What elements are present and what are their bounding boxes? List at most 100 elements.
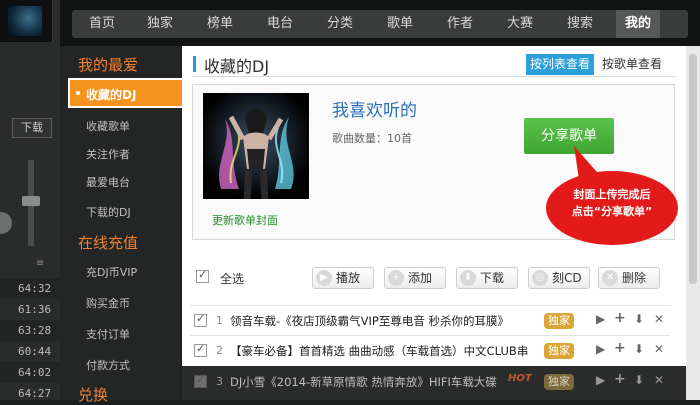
view-by-playlist-button[interactable]: 按歌单查看 [602, 54, 672, 75]
row-play-icon[interactable]: ▶ [596, 373, 605, 387]
top-navigation: 首页 独家 榜单 电台 分类 歌单 作者 大赛 搜索 我的 [60, 0, 700, 46]
play-button[interactable]: ▶ 播放 [312, 267, 374, 289]
sidebar-item-payment-methods[interactable]: 付款方式 [86, 357, 130, 373]
row-play-icon[interactable]: ▶ [596, 312, 605, 326]
player-panel: 下载 ≡ 64:32 61:36 63:28 60:44 64:02 64:27 [0, 0, 60, 400]
callout-line-1: 封面上传完成后 [573, 188, 651, 201]
row-checkbox[interactable] [194, 342, 207, 357]
sidebar-item-downloaded-dj[interactable]: 下载的DJ [86, 204, 131, 220]
page-title: 收藏的DJ [204, 57, 270, 76]
row-add-icon[interactable]: + [614, 310, 626, 326]
scrollbar-thumb[interactable] [689, 54, 697, 284]
download-label: 下载 [480, 271, 505, 285]
player-time: 63:28 [18, 324, 52, 337]
divider [190, 305, 670, 306]
sidebar-item-pay-order[interactable]: 支付订单 [86, 326, 130, 342]
cd-icon: ◎ [532, 270, 548, 286]
hot-badge: HOT [508, 373, 532, 384]
row-delete-icon[interactable]: ✕ [654, 312, 664, 326]
select-all-checkbox[interactable] [196, 268, 209, 283]
update-cover-link[interactable]: 更新歌单封面 [192, 212, 298, 228]
divider [192, 76, 676, 77]
delete-button[interactable]: ✕ 删除 [598, 267, 660, 289]
song-count: 歌曲数量：10首 [332, 132, 412, 145]
exclusive-badge: 独家 [544, 374, 574, 390]
player-download-button[interactable]: 下载 [12, 118, 52, 138]
row-add-icon[interactable]: + [614, 371, 626, 387]
table-row[interactable]: 2 【豪车必备】首首精选 曲曲动感（车载首选）中文CLUB串 独家 ▶ + ⬇ … [182, 337, 674, 365]
callout-bubble: 封面上传完成后 点击“分享歌单” [528, 140, 688, 260]
player-time: 64:02 [18, 366, 52, 379]
delete-icon: ✕ [602, 270, 618, 286]
nav-radio[interactable]: 电台 [254, 10, 306, 38]
song-title[interactable]: 【豪车必备】首首精选 曲曲动感（车载首选）中文CLUB串 [230, 343, 528, 359]
row-download-icon[interactable]: ⬇ [634, 312, 644, 326]
nav-contests[interactable]: 大赛 [494, 10, 546, 38]
scrollbar[interactable] [686, 46, 700, 400]
nav-categories[interactable]: 分类 [314, 10, 366, 38]
row-delete-icon[interactable]: ✕ [654, 342, 664, 356]
playlist-name: 我喜欢听的 [332, 101, 417, 121]
table-row[interactable]: 3 DJ小雪《2014-新草原情歌 热情奔放》HIFI车载大碟 HOT 独家 ▶… [182, 368, 674, 396]
sidebar-item-vip[interactable]: 充DJ币VIP [86, 264, 137, 280]
player-cover [0, 0, 53, 42]
select-all-label: 全选 [220, 272, 245, 286]
sidebar-item-collected-dj[interactable]: 收藏的DJ [68, 78, 184, 108]
sidebar-item-label: 收藏的DJ [86, 88, 137, 102]
play-icon: ▶ [316, 270, 332, 286]
play-label: 播放 [336, 271, 361, 285]
view-by-list-button[interactable]: 按列表查看 [526, 54, 594, 75]
player-time: 60:44 [18, 345, 52, 358]
player-disc-icon [0, 212, 12, 234]
sidebar-item-buy-coins[interactable]: 购买金币 [86, 295, 130, 311]
nav-charts[interactable]: 榜单 [194, 10, 246, 38]
row-number: 3 [216, 375, 223, 388]
sidebar: 我的最爱 收藏的DJ 收藏歌单 关注作者 最爱电台 下载的DJ 在线充值 充DJ… [60, 46, 184, 404]
row-delete-icon[interactable]: ✕ [654, 373, 664, 387]
plus-icon: + [388, 270, 404, 286]
nav-playlists[interactable]: 歌单 [374, 10, 426, 38]
player-time: 64:32 [18, 282, 52, 295]
volume-knob[interactable] [22, 196, 40, 206]
delete-label: 删除 [622, 271, 647, 285]
song-title[interactable]: 领音车载-《夜店顶级霸气VIP至尊电音 秒杀你的耳膜》 [230, 313, 509, 329]
sidebar-item-favorite-radio[interactable]: 最爱电台 [86, 174, 130, 190]
burn-cd-label: 刻CD [552, 271, 582, 285]
nav-home[interactable]: 首页 [76, 10, 128, 38]
add-label: 添加 [408, 271, 433, 285]
player-time: 64:27 [18, 387, 52, 400]
nav-exclusive[interactable]: 独家 [134, 10, 186, 38]
burn-cd-button[interactable]: ◎ 刻CD [528, 267, 590, 289]
player-time: 61:36 [18, 303, 52, 316]
row-download-icon[interactable]: ⬇ [634, 342, 644, 356]
row-add-icon[interactable]: + [614, 340, 626, 356]
sidebar-item-followed-authors[interactable]: 关注作者 [86, 146, 130, 162]
exclusive-badge: 独家 [544, 343, 574, 359]
sidebar-heading-recharge: 在线充值 [78, 234, 139, 252]
row-number: 2 [216, 344, 223, 357]
bullet-icon [76, 91, 80, 95]
callout-line-2: 点击“分享歌单” [571, 205, 653, 218]
sidebar-heading-exchange: 兑换 [78, 386, 109, 404]
row-download-icon[interactable]: ⬇ [634, 373, 644, 387]
title-accent [193, 56, 196, 72]
sidebar-heading-favorites: 我的最爱 [78, 56, 139, 74]
nav-authors[interactable]: 作者 [434, 10, 486, 38]
row-checkbox[interactable] [194, 373, 207, 388]
add-button[interactable]: + 添加 [384, 267, 446, 289]
sidebar-item-collected-playlists[interactable]: 收藏歌单 [86, 118, 130, 134]
download-button[interactable]: ⬇ 下载 [456, 267, 518, 289]
nav-search[interactable]: 搜索 [554, 10, 606, 38]
row-checkbox[interactable] [194, 312, 207, 327]
exclusive-badge: 独家 [544, 313, 574, 329]
callout-text: 封面上传完成后 点击“分享歌单” [546, 186, 678, 220]
row-number: 1 [216, 314, 223, 327]
table-row[interactable]: 1 领音车载-《夜店顶级霸气VIP至尊电音 秒杀你的耳膜》 独家 ▶ + ⬇ ✕ [182, 307, 674, 335]
list-icon: ≡ [36, 258, 45, 269]
divider [190, 335, 670, 336]
row-play-icon[interactable]: ▶ [596, 342, 605, 356]
download-icon: ⬇ [460, 270, 476, 286]
playlist-cover-image[interactable] [203, 93, 309, 199]
nav-mine[interactable]: 我的 [616, 10, 660, 38]
song-title[interactable]: DJ小雪《2014-新草原情歌 热情奔放》HIFI车载大碟 [230, 374, 497, 390]
